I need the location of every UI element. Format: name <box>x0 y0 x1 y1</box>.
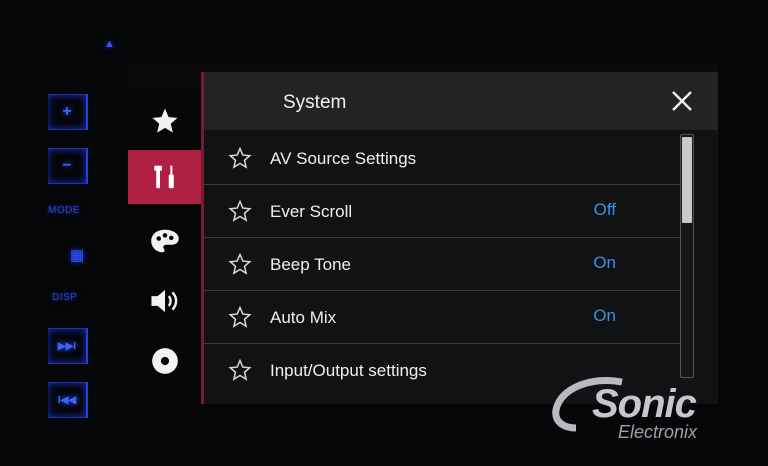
disc-icon <box>152 348 178 374</box>
home-grid-button[interactable]: ▦ <box>70 246 84 264</box>
sidebar-item-favorites[interactable] <box>128 94 202 148</box>
favorite-star-icon[interactable] <box>228 146 252 170</box>
sidebar-item-audio[interactable] <box>128 274 202 328</box>
row-label: Beep Tone <box>270 255 351 274</box>
sidebar <box>128 88 202 404</box>
grid-icon: ▦ <box>70 247 85 264</box>
system-settings-panel: System AV Source Settings Ever Scroll Of… <box>201 72 718 404</box>
close-icon <box>672 91 692 111</box>
list-item-av-source-settings[interactable]: AV Source Settings <box>204 132 682 185</box>
favorite-star-icon[interactable] <box>228 305 252 329</box>
prev-track-button[interactable]: I◀◀ <box>48 382 88 418</box>
sidebar-item-theme[interactable] <box>128 214 202 268</box>
favorite-star-icon[interactable] <box>228 199 252 223</box>
row-value: Off <box>593 200 616 219</box>
favorite-star-icon[interactable] <box>228 358 252 382</box>
list-item-ever-scroll[interactable]: Ever Scroll Off <box>204 185 682 238</box>
disp-button[interactable]: DISP <box>52 292 77 303</box>
speaker-icon <box>151 289 178 313</box>
row-label: Input/Output settings <box>270 361 427 380</box>
row-label: Ever Scroll <box>270 202 353 221</box>
row-label: AV Source Settings <box>270 149 417 168</box>
list-item-auto-mix[interactable]: Auto Mix On <box>204 291 682 344</box>
sidebar-item-source[interactable] <box>128 334 202 388</box>
sonic-electronix-watermark: Sonic Electronix <box>552 372 752 444</box>
volume-down-button[interactable]: − <box>48 148 88 184</box>
palette-icon <box>151 229 179 253</box>
prev-track-icon: I◀◀ <box>57 394 77 406</box>
plus-icon: + <box>62 103 72 120</box>
next-track-icon: ▶▶I <box>57 340 77 352</box>
row-value: On <box>593 253 616 272</box>
next-track-button[interactable]: ▶▶I <box>48 328 88 364</box>
volume-up-button[interactable]: + <box>48 94 88 130</box>
list-item-beep-tone[interactable]: Beep Tone On <box>204 238 682 291</box>
minus-icon: − <box>62 157 72 174</box>
scroll-thumb[interactable] <box>682 137 692 223</box>
watermark-sub: Electronix <box>618 422 698 442</box>
eject-button[interactable]: ▲ <box>104 38 115 50</box>
tools-icon <box>154 165 174 189</box>
watermark-brand: Sonic <box>592 382 697 426</box>
mode-button[interactable]: MODE <box>48 205 80 216</box>
favorite-star-icon[interactable] <box>228 252 252 276</box>
panel-header: System <box>204 72 718 130</box>
scrollbar[interactable] <box>680 134 694 378</box>
row-value: On <box>593 306 616 325</box>
sidebar-item-system[interactable] <box>128 150 202 204</box>
page-title: System <box>283 92 347 113</box>
close-button[interactable] <box>660 80 704 122</box>
row-label: Auto Mix <box>270 308 337 327</box>
star-icon <box>152 108 178 133</box>
